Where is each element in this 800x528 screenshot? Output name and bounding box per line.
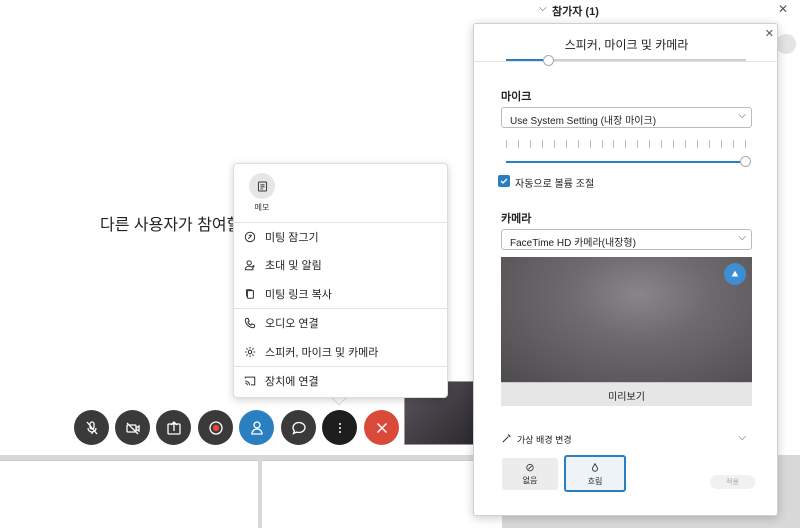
chevron-down-icon: ⌵ xyxy=(738,110,746,121)
auto-volume-label: 자동으로 볼륨 조절 xyxy=(515,179,595,190)
mic-level-meter xyxy=(506,140,746,148)
leave-button[interactable] xyxy=(364,410,399,445)
background-none-label: 없음 xyxy=(522,476,538,485)
lock-icon xyxy=(243,230,257,244)
cast-icon xyxy=(243,374,257,388)
memo-label: 메모 xyxy=(254,203,270,212)
chat-icon xyxy=(291,421,306,435)
participants-panel-control[interactable] xyxy=(776,34,796,54)
camera-selected-value: FaceTime HD 카메라(내장형) xyxy=(510,238,636,249)
mic-volume-fill xyxy=(506,161,746,163)
record-icon xyxy=(208,420,223,435)
preview-button[interactable]: 미리보기 xyxy=(501,382,752,406)
chevron-down-icon[interactable]: ⌵ xyxy=(539,3,547,14)
menu-item-label: 미팅 잠그기 xyxy=(265,232,319,244)
mic-selected-value: Use System Setting (내장 마이크) xyxy=(510,116,657,127)
menu-item-audio-connect[interactable]: 오디오 연결 xyxy=(234,309,449,337)
menu-item-label: 장치에 연결 xyxy=(265,376,319,388)
camera-select[interactable]: FaceTime HD 카메라(내장형) ⌵ xyxy=(501,229,752,250)
mic-section-label: 마이크 xyxy=(501,91,532,103)
virtual-background-toggle[interactable]: 가상 배경 변경 ⌵ xyxy=(501,432,752,446)
close-icon[interactable]: ✕ xyxy=(778,2,788,16)
video-button[interactable] xyxy=(115,410,150,445)
av-settings-panel: 스피커, 마이크 및 카메라 ✕ 마이크 Use System Setting … xyxy=(473,23,778,516)
copy-icon xyxy=(243,287,257,301)
panel-header: 스피커, 마이크 및 카메라 ✕ xyxy=(474,24,777,62)
participants-title: 참가자 (1) xyxy=(552,6,599,18)
virtual-background-label: 가상 배경 변경 xyxy=(517,435,572,445)
share-icon xyxy=(166,420,181,435)
mic-volume-knob[interactable] xyxy=(740,156,751,167)
memo-button[interactable]: 메모 xyxy=(249,173,275,213)
background-blur-label: 흐림 xyxy=(587,477,603,486)
chevron-down-icon: ⌵ xyxy=(738,232,746,243)
menu-item-label: 오디오 연결 xyxy=(265,318,319,330)
phone-icon xyxy=(243,316,257,330)
menu-item-label: 스피커, 마이크 및 카메라 xyxy=(265,347,379,359)
chevron-down-icon: ⌵ xyxy=(738,432,746,443)
more-options-menu: 메모 미팅 잠그기 초대 및 알림 미팅 링크 복사 오디오 연결 스피커, 마… xyxy=(233,163,449,398)
magic-wand-icon xyxy=(502,434,511,443)
waiting-message: 다른 사용자가 참여할 때까지 기다리는 중 xyxy=(100,217,238,234)
note-icon xyxy=(249,173,275,199)
mic-off-icon xyxy=(86,420,97,434)
background-window xyxy=(262,460,502,528)
more-icon xyxy=(338,422,341,433)
mute-button[interactable] xyxy=(74,410,109,445)
participants-panel-header: ⌵ 참가자 (1) ✕ xyxy=(530,0,800,22)
share-button[interactable] xyxy=(156,410,191,445)
menu-item-copy-link[interactable]: 미팅 링크 복사 xyxy=(234,280,449,308)
gear-icon xyxy=(243,345,257,359)
no-background-icon: ⊘ xyxy=(525,462,535,474)
chat-button[interactable] xyxy=(281,410,316,445)
blur-drop-icon xyxy=(566,462,624,474)
menu-item-label: 미팅 링크 복사 xyxy=(265,289,332,301)
close-icon xyxy=(376,422,387,433)
invite-person-icon xyxy=(243,258,257,272)
menu-item-speaker-mic-camera[interactable]: 스피커, 마이크 및 카메라 xyxy=(234,338,449,366)
participants-button[interactable] xyxy=(239,410,274,445)
menu-item-label: 초대 및 알림 xyxy=(265,260,322,272)
background-blur-option[interactable]: 흐림 xyxy=(564,455,626,492)
menu-item-lock-meeting[interactable]: 미팅 잠그기 xyxy=(234,223,449,251)
close-icon[interactable]: ✕ xyxy=(765,27,774,40)
record-button[interactable] xyxy=(198,410,233,445)
check-icon xyxy=(500,178,508,184)
mic-select[interactable]: Use System Setting (내장 마이크) ⌵ xyxy=(501,107,752,128)
menu-item-invite[interactable]: 초대 및 알림 xyxy=(234,251,449,279)
menu-item-connect-device[interactable]: 장치에 연결 xyxy=(234,367,449,395)
camera-section-label: 카메라 xyxy=(501,213,532,225)
background-window xyxy=(0,460,258,528)
background-none-option[interactable]: ⊘ 없음 xyxy=(502,458,558,490)
speaker-volume-knob[interactable] xyxy=(543,55,554,66)
auto-volume-checkbox[interactable] xyxy=(498,175,510,187)
person-icon xyxy=(250,420,263,435)
camera-off-icon xyxy=(125,422,140,434)
panel-title: 스피커, 마이크 및 카메라 xyxy=(564,38,689,52)
switch-camera-icon[interactable] xyxy=(724,263,746,285)
more-options-button[interactable] xyxy=(322,410,357,445)
apply-button[interactable]: 적용 xyxy=(710,475,755,489)
camera-preview xyxy=(501,257,752,382)
